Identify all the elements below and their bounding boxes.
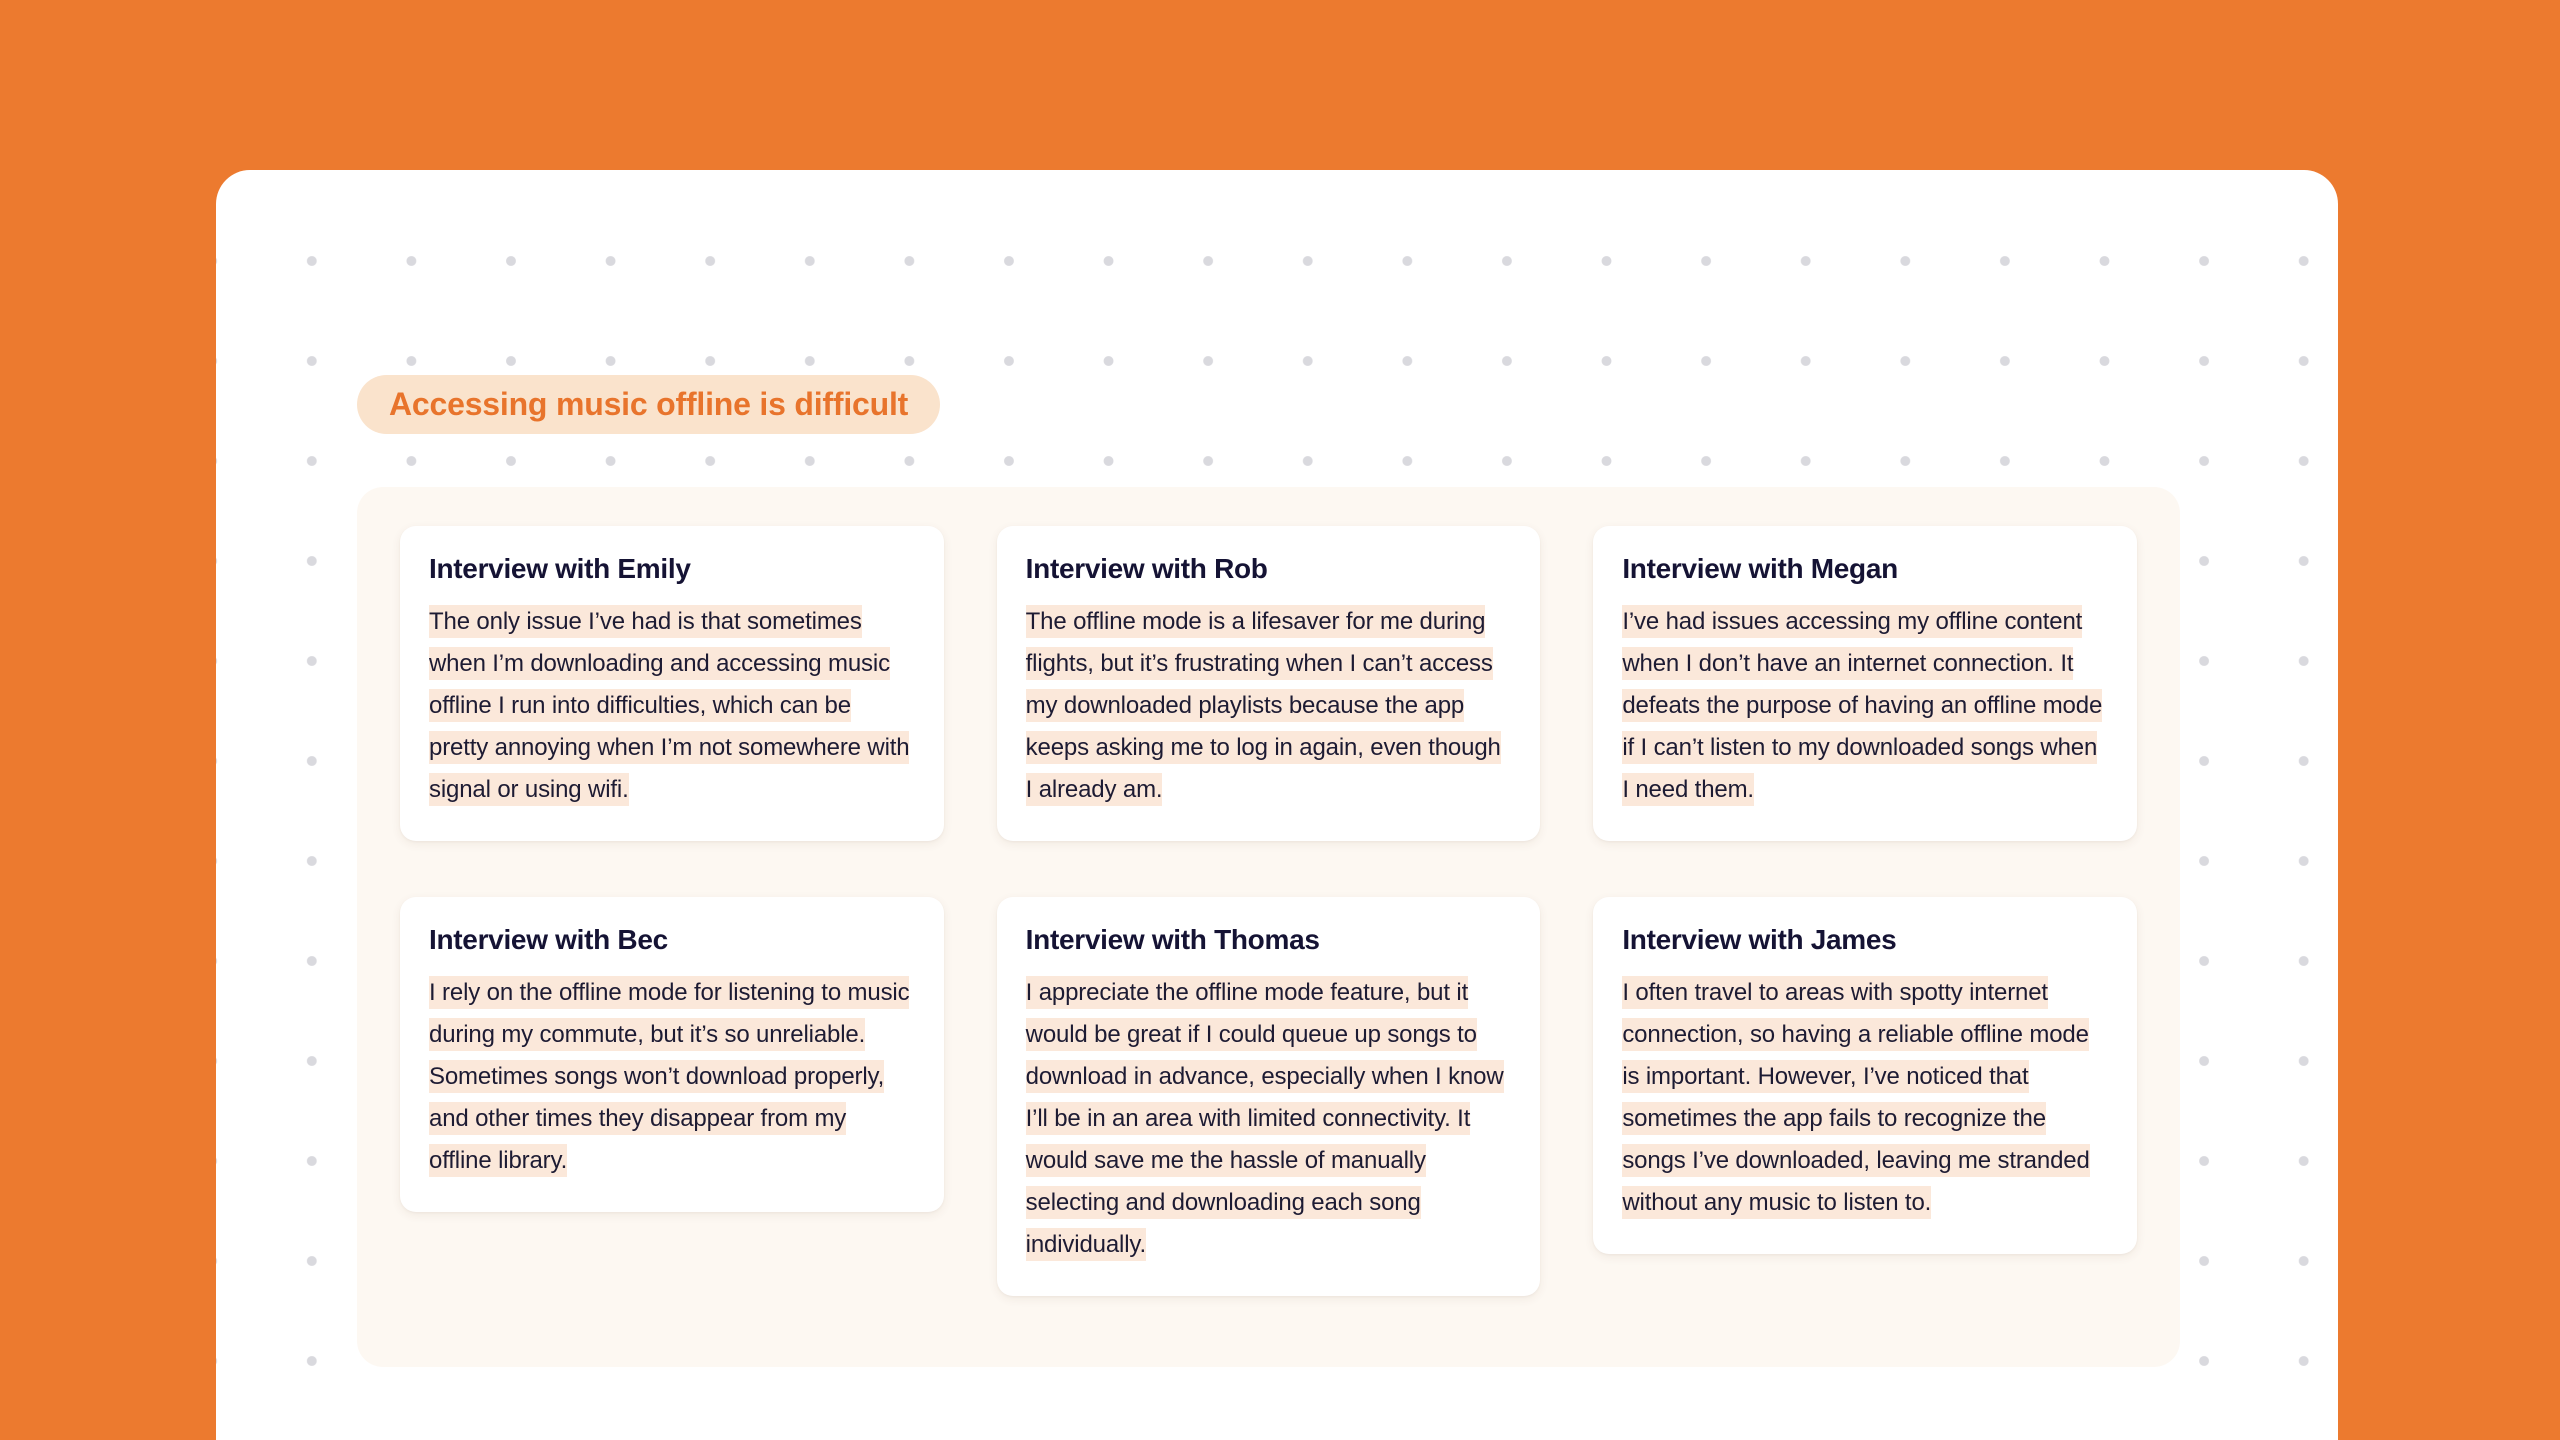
quote-highlight: I appreciate the offline mode feature, b… [1025,976,1504,1262]
interview-card-title: Interview with Bec [429,924,668,956]
interview-card-quote: The only issue I’ve had is that sometime… [429,601,915,811]
interview-card-quote: I rely on the offline mode for listening… [429,972,915,1182]
interview-cards-panel: Interview with Emily The only issue I’ve… [357,487,2180,1367]
interview-card[interactable]: Interview with Bec I rely on the offline… [400,897,944,1213]
interview-cards-grid: Interview with Emily The only issue I’ve… [400,526,2137,1297]
interview-card-title: Interview with Rob [1025,553,1268,584]
page-title: Accessing music offline is difficult [389,386,909,422]
interview-card[interactable]: Interview with Rob The offline mode is a… [996,526,1541,842]
interview-card-title: Interview with Emily [429,553,691,584]
interview-card-quote: The offline mode is a lifesaver for me d… [1025,601,1512,811]
interview-card-title: Interview with Thomas [1025,924,1320,956]
interview-card-quote: I’ve had issues accessing my offline con… [1622,601,2108,811]
interview-card-quote: I often travel to areas with spotty inte… [1622,972,2108,1224]
quote-highlight: The offline mode is a lifesaver for me d… [1025,605,1501,807]
interview-card-title: Interview with Megan [1622,553,1898,584]
interview-card[interactable]: Interview with Thomas I appreciate the o… [996,897,1541,1297]
interview-card[interactable]: Interview with Megan I’ve had issues acc… [1593,526,2137,842]
app-window: Accessing music offline is difficult Int… [216,170,2338,1440]
interview-card-title: Interview with James [1622,924,1897,956]
interview-card-quote: I appreciate the offline mode feature, b… [1025,972,1512,1266]
quote-highlight: I often travel to areas with spotty inte… [1622,976,2090,1220]
theme-title-pill: Accessing music offline is difficult [357,375,941,434]
interview-card[interactable]: Interview with Emily The only issue I’ve… [400,526,944,842]
quote-highlight: The only issue I’ve had is that sometime… [429,605,910,807]
quote-highlight: I’ve had issues accessing my offline con… [1622,605,2102,807]
interview-card[interactable]: Interview with James I often travel to a… [1593,897,2137,1255]
quote-highlight: I rely on the offline mode for listening… [429,976,910,1178]
